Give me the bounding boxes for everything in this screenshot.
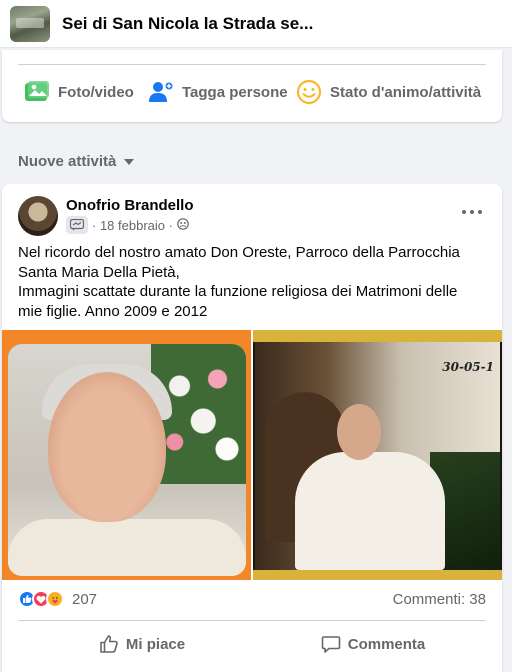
comment-label: Commenta <box>347 635 426 653</box>
privacy-group-icon <box>176 217 189 233</box>
group-header: Sei di San Nicola la Strada se... <box>0 0 512 48</box>
care-reaction-icon <box>46 590 64 608</box>
group-thumbnail[interactable] <box>10 5 50 42</box>
face <box>48 372 166 522</box>
feeling-activity-label: Stato d'animo/attività <box>330 83 482 101</box>
feed-sort-label: Nuove attività <box>18 153 117 170</box>
messenger-badge-icon[interactable] <box>66 216 88 234</box>
post-text-line: Immagini scattate durante la funzione re… <box>18 283 458 300</box>
comment-button[interactable]: Commenta <box>314 626 432 662</box>
photo-scene: 30-05-1 <box>255 342 500 570</box>
post-author[interactable]: Onofrio Brandello <box>66 197 194 214</box>
frame-band <box>253 330 502 342</box>
frame-band <box>253 570 502 580</box>
feeling-icon <box>296 79 322 105</box>
robe <box>295 452 445 570</box>
thumbs-up-icon <box>99 634 119 654</box>
comment-icon <box>321 634 341 654</box>
photo-icon <box>24 79 50 105</box>
divider <box>18 64 486 65</box>
post-meta: · 18 febbraio · <box>66 216 189 234</box>
tag-people-button[interactable]: Tagga persone <box>148 74 288 110</box>
post-date[interactable]: 18 febbraio <box>100 218 165 233</box>
post-photo-2[interactable]: 30-05-1 <box>253 330 502 580</box>
robe <box>8 519 246 576</box>
post-text-line: mie figlie. Anno 2009 e 2012 <box>18 302 208 320</box>
post-composer: Foto/video Tagga persone Stato d'animo/a… <box>2 50 502 122</box>
feed-sort-dropdown[interactable]: Nuove attività <box>18 153 135 170</box>
divider <box>18 620 486 621</box>
like-label: Mi piace <box>125 635 186 653</box>
post-text-line: Nel ricordo del nostro amato Don Oreste,… <box>18 244 460 261</box>
post-photo-1[interactable] <box>2 330 251 580</box>
head <box>337 404 381 460</box>
bullet: · <box>92 217 100 233</box>
reactions-summary[interactable]: 207 <box>18 589 97 609</box>
post-text: Nel ricordo del nostro amato Don Oreste,… <box>18 243 488 321</box>
like-button[interactable]: Mi piace <box>92 626 192 662</box>
post-card: Onofrio Brandello · 18 febbraio · Nel ri… <box>2 184 502 672</box>
photo-video-button[interactable]: Foto/video <box>24 74 134 110</box>
photo-frame <box>8 344 246 576</box>
comments-count[interactable]: Commenti: 38 <box>393 591 486 608</box>
bullet: · <box>165 217 177 233</box>
tag-people-icon <box>148 79 174 105</box>
photo-date-stamp: 30-05-1 <box>442 360 494 374</box>
reactions-count: 207 <box>72 590 98 608</box>
feeling-activity-button[interactable]: Stato d'animo/attività <box>296 74 481 110</box>
avatar[interactable] <box>18 196 58 236</box>
post-text-line: Santa Maria Della Pietà, <box>18 263 180 281</box>
chevron-down-icon <box>124 158 135 165</box>
more-icon[interactable] <box>458 202 486 222</box>
photo-video-label: Foto/video <box>58 83 134 101</box>
group-title[interactable]: Sei di San Nicola la Strada se... <box>62 14 313 34</box>
tag-people-label: Tagga persone <box>182 83 288 101</box>
